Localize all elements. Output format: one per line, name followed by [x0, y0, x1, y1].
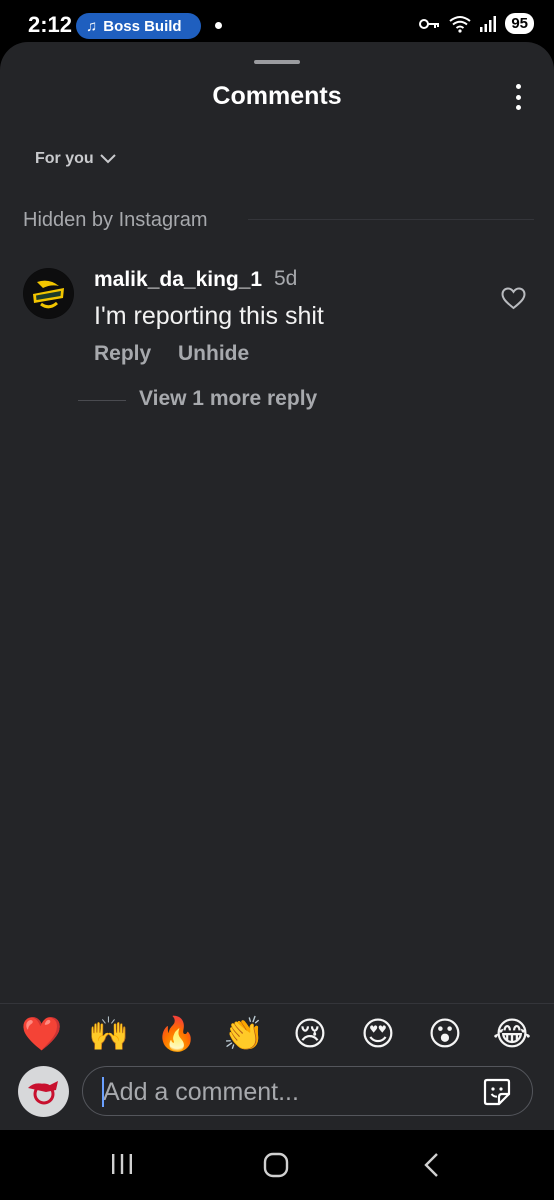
- drag-handle[interactable]: [254, 60, 300, 64]
- emoji-clap[interactable]: 👏: [223, 1014, 264, 1054]
- notification-dot-icon: [215, 22, 222, 29]
- emoji-heart[interactable]: ❤️: [21, 1014, 62, 1054]
- sheet-title: Comments: [212, 82, 342, 110]
- sticker-icon[interactable]: [482, 1077, 512, 1107]
- system-nav-bar: [0, 1130, 554, 1200]
- music-note-icon: ♫: [86, 17, 98, 35]
- signal-icon: [480, 15, 497, 32]
- home-icon[interactable]: [263, 1152, 289, 1178]
- system-icons: 95: [419, 13, 534, 34]
- red-wings-logo-icon: [18, 1066, 69, 1117]
- emoji-heart-eyes[interactable]: 😍: [358, 1014, 398, 1054]
- emoji-raising-hands[interactable]: 🙌: [88, 1014, 129, 1054]
- unhide-button[interactable]: Unhide: [178, 342, 249, 366]
- media-label: Boss Build: [103, 17, 182, 35]
- sort-label: For you: [35, 150, 94, 167]
- replies-divider: [78, 400, 126, 401]
- chevron-down-icon: [99, 154, 116, 164]
- key-icon: [419, 18, 440, 29]
- emoji-quick-bar: ❤️ 🙌 🔥 👏 😢 😍 😮 😂: [0, 1014, 554, 1064]
- text-caret: [102, 1077, 104, 1107]
- hidden-section-label: Hidden by Instagram: [23, 209, 208, 231]
- wifi-icon: [449, 15, 471, 33]
- comment-text: I'm reporting this shit: [94, 302, 324, 330]
- sort-dropdown[interactable]: For you: [35, 150, 116, 168]
- comment-username[interactable]: malik_da_king_1: [94, 268, 262, 292]
- comment-input[interactable]: [103, 1077, 463, 1107]
- comment-composer: ❤️ 🙌 🔥 👏 😢 😍 😮 😂: [0, 1003, 554, 1130]
- reply-button[interactable]: Reply: [94, 342, 151, 366]
- emoji-laughing[interactable]: 😂: [492, 1014, 532, 1054]
- comment-input-box[interactable]: [82, 1066, 533, 1116]
- current-user-avatar[interactable]: [18, 1066, 69, 1117]
- view-replies-button[interactable]: View 1 more reply: [139, 387, 317, 411]
- media-indicator[interactable]: ♫ Boss Build: [76, 13, 201, 39]
- back-icon[interactable]: [422, 1152, 442, 1178]
- status-time: 2:12: [28, 12, 73, 37]
- comment-age: 5d: [274, 267, 298, 290]
- emoji-surprised[interactable]: 😮: [425, 1014, 465, 1054]
- comments-sheet: Comments For you Hidden by Instagram mal…: [0, 42, 554, 1130]
- avatar[interactable]: [23, 268, 74, 319]
- battery-indicator: 95: [505, 13, 534, 34]
- more-options-icon[interactable]: [510, 84, 526, 110]
- emoji-crying[interactable]: 😢: [290, 1014, 330, 1054]
- bananas-logo-icon: [23, 268, 74, 319]
- recent-apps-icon[interactable]: [110, 1152, 134, 1176]
- section-divider: [248, 219, 534, 220]
- emoji-fire[interactable]: 🔥: [156, 1014, 197, 1054]
- like-heart-icon[interactable]: [501, 287, 526, 310]
